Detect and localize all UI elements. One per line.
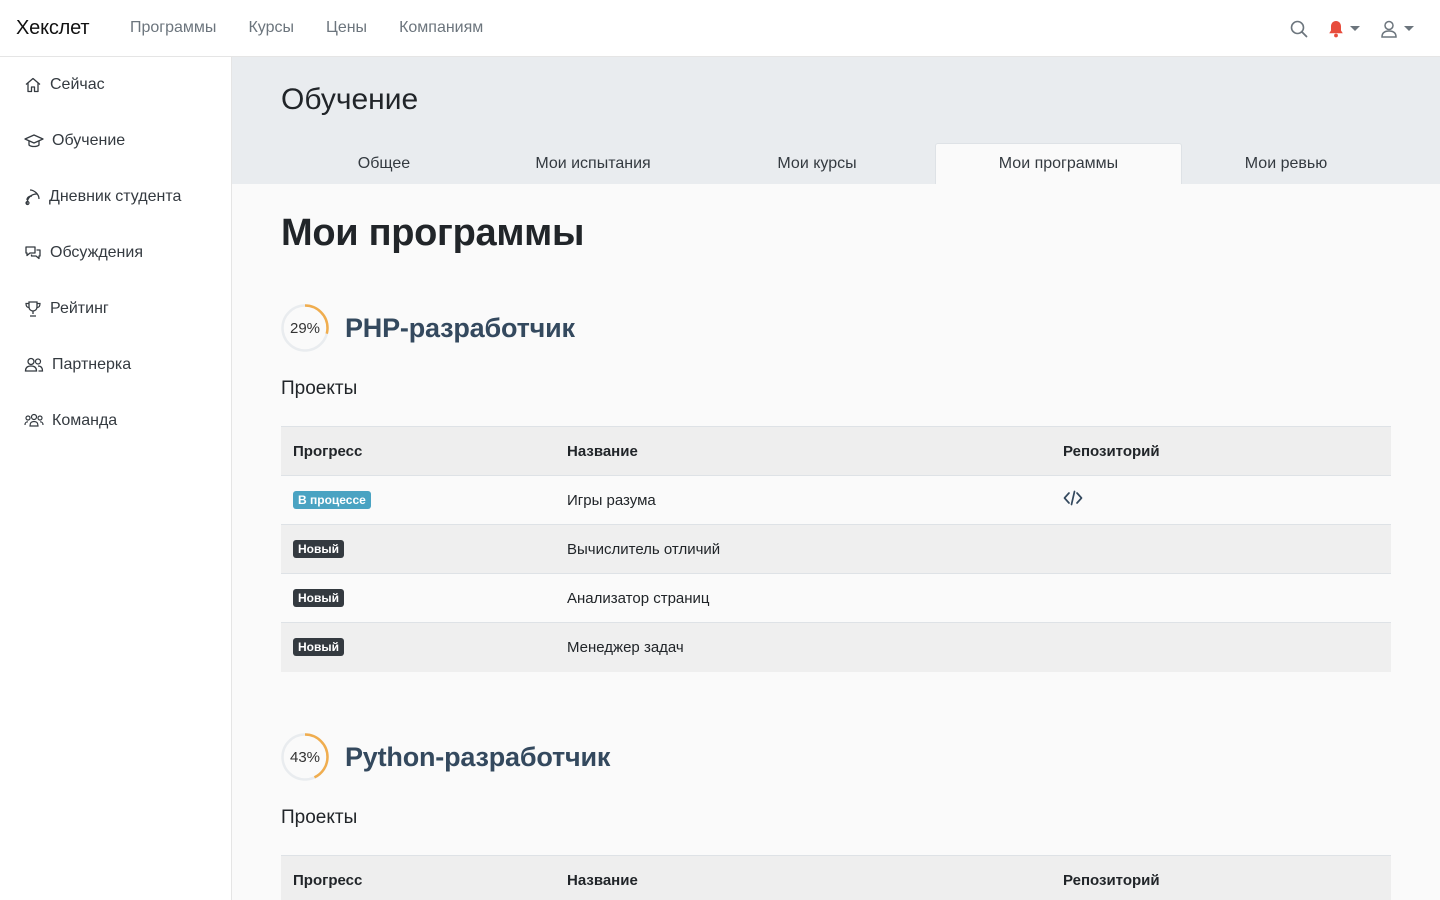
top-nav: Программы Курсы Цены Компаниям bbox=[130, 19, 515, 37]
team-icon bbox=[24, 413, 44, 427]
project-name[interactable]: Анализатор страниц bbox=[555, 573, 1051, 623]
progress-ring: 29% bbox=[281, 304, 329, 352]
search-button[interactable] bbox=[1290, 20, 1308, 38]
notifications-dropdown[interactable] bbox=[1328, 20, 1360, 38]
sidebar-item-label: Рейтинг bbox=[50, 300, 109, 317]
progress-ring: 43% bbox=[281, 733, 329, 781]
program-title[interactable]: Python-разработчик bbox=[345, 742, 610, 773]
tab-my-programs[interactable]: Мои программы bbox=[935, 143, 1182, 184]
sidebar-item-learning[interactable]: Обучение bbox=[0, 113, 231, 169]
program-header: 29% PHP-разработчик bbox=[281, 303, 1391, 353]
trophy-icon bbox=[25, 301, 41, 317]
program-header: 43% Python-разработчик bbox=[281, 732, 1391, 782]
search-icon bbox=[1290, 20, 1308, 37]
program-title[interactable]: PHP-разработчик bbox=[345, 313, 575, 344]
progress-percent: 29% bbox=[289, 319, 321, 337]
table-header-row: Прогресс Название Репозиторий bbox=[281, 855, 1391, 900]
navbar-actions bbox=[1290, 0, 1414, 57]
sidebar-item-diary[interactable]: Дневник студента bbox=[0, 169, 231, 225]
home-icon bbox=[25, 77, 41, 93]
chevron-down-icon bbox=[1350, 26, 1360, 31]
chevron-down-icon bbox=[1404, 26, 1414, 31]
program-python: 43% Python-разработчик Проекты Прогресс … bbox=[281, 732, 1391, 900]
topnav-courses[interactable]: Курсы bbox=[248, 19, 294, 37]
sidebar-item-label: Обсуждения bbox=[50, 244, 143, 261]
sidebar-item-label: Сейчас bbox=[50, 76, 105, 93]
page-header: Обучение Общее Мои испытания Мои курсы М… bbox=[232, 57, 1440, 184]
main-content: Мои программы 29% PHP-разработчик Проект… bbox=[232, 184, 1440, 900]
programs-heading: Мои программы bbox=[281, 212, 585, 254]
projects-table: Прогресс Название Репозиторий bbox=[281, 855, 1391, 900]
brand-logo[interactable]: Хекслет bbox=[16, 17, 130, 40]
tab-general[interactable]: Общее bbox=[281, 143, 487, 184]
chat-icon bbox=[25, 246, 41, 260]
project-name[interactable]: Игры разума bbox=[555, 475, 1051, 525]
topnav-companies[interactable]: Компаниям bbox=[399, 19, 483, 37]
project-name[interactable]: Вычислитель отличий bbox=[555, 524, 1051, 574]
sidebar-item-now[interactable]: Сейчас bbox=[0, 57, 231, 113]
table-row: Новый Менеджер задач bbox=[281, 622, 1391, 672]
repository-cell bbox=[1051, 573, 1391, 623]
projects-heading: Проекты bbox=[281, 807, 358, 828]
page-title: Обучение bbox=[281, 83, 419, 116]
sidebar: Сейчас Обучение Дневник студента Обсужде… bbox=[0, 57, 232, 900]
graduation-cap-icon bbox=[24, 134, 44, 148]
user-menu-dropdown[interactable] bbox=[1380, 20, 1414, 38]
sidebar-item-partners[interactable]: Партнерка bbox=[0, 337, 231, 393]
status-badge: Новый bbox=[293, 540, 344, 558]
sidebar-item-label: Партнерка bbox=[52, 356, 132, 373]
satellite-icon bbox=[25, 189, 40, 206]
sidebar-item-label: Команда bbox=[52, 412, 118, 429]
code-icon bbox=[1063, 490, 1083, 506]
table-row: В процессе Игры разума bbox=[281, 475, 1391, 525]
sidebar-item-team[interactable]: Команда bbox=[0, 393, 231, 449]
sidebar-item-label: Дневник студента bbox=[49, 188, 182, 205]
column-header-name: Название bbox=[555, 426, 1051, 476]
table-row: Новый Вычислитель отличий bbox=[281, 524, 1391, 574]
status-badge: Новый bbox=[293, 589, 344, 607]
column-header-repo: Репозиторий bbox=[1051, 855, 1391, 900]
repository-cell bbox=[1051, 524, 1391, 574]
tab-my-reviews[interactable]: Мои ревью bbox=[1182, 143, 1390, 184]
table-row: Новый Анализатор страниц bbox=[281, 573, 1391, 623]
top-navbar: Хекслет Программы Курсы Цены Компаниям bbox=[0, 0, 1440, 57]
sidebar-item-rating[interactable]: Рейтинг bbox=[0, 281, 231, 337]
user-icon bbox=[1381, 20, 1397, 38]
tab-my-courses[interactable]: Мои курсы bbox=[699, 143, 935, 184]
users-icon bbox=[24, 357, 44, 372]
program-php: 29% PHP-разработчик Проекты Прогресс Наз… bbox=[281, 303, 1391, 672]
column-header-progress: Прогресс bbox=[281, 426, 555, 476]
tabs: Общее Мои испытания Мои курсы Мои програ… bbox=[281, 143, 1390, 184]
topnav-programs[interactable]: Программы bbox=[130, 19, 216, 37]
column-header-name: Название bbox=[555, 855, 1051, 900]
topnav-prices[interactable]: Цены bbox=[326, 19, 367, 37]
status-badge: В процессе bbox=[293, 491, 371, 509]
project-name[interactable]: Менеджер задач bbox=[555, 622, 1051, 672]
table-header-row: Прогресс Название Репозиторий bbox=[281, 426, 1391, 476]
column-header-repo: Репозиторий bbox=[1051, 426, 1391, 476]
progress-percent: 43% bbox=[289, 748, 321, 766]
projects-heading: Проекты bbox=[281, 378, 358, 399]
projects-table: Прогресс Название Репозиторий В процессе… bbox=[281, 426, 1391, 672]
tab-my-challenges[interactable]: Мои испытания bbox=[487, 143, 699, 184]
repository-cell bbox=[1051, 622, 1391, 672]
repository-link[interactable] bbox=[1063, 490, 1083, 506]
sidebar-item-discussions[interactable]: Обсуждения bbox=[0, 225, 231, 281]
status-badge: Новый bbox=[293, 638, 344, 657]
bell-icon bbox=[1329, 20, 1343, 37]
column-header-progress: Прогресс bbox=[281, 855, 555, 900]
sidebar-item-label: Обучение bbox=[52, 132, 126, 149]
